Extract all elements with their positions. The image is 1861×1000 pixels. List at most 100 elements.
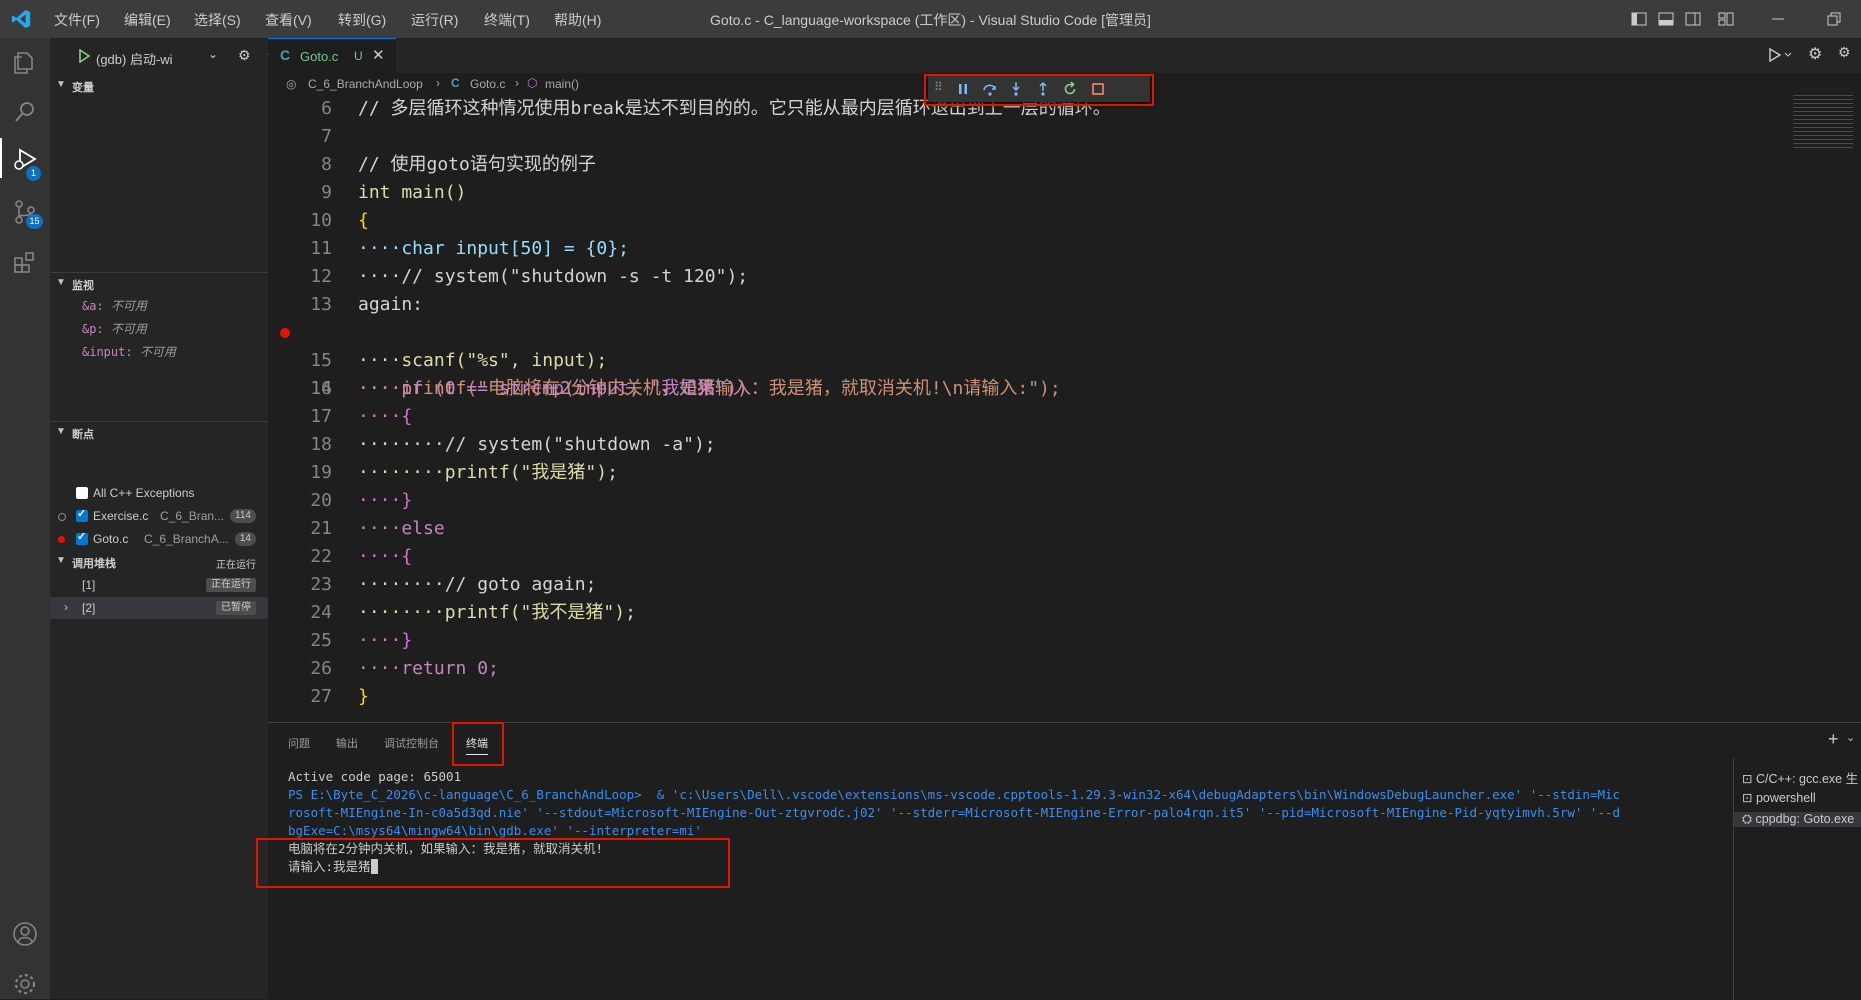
line-text: ····} — [358, 490, 413, 511]
search-icon[interactable] — [11, 98, 39, 126]
line-number: 17 — [310, 406, 332, 427]
extensions-icon[interactable] — [11, 248, 39, 276]
chevron-right-icon[interactable]: › — [64, 600, 68, 614]
chevron-down-icon[interactable]: ⌄ — [208, 47, 218, 61]
tab-output[interactable]: 输出 — [336, 735, 358, 751]
chevron-down-icon: ▼ — [56, 79, 66, 90]
line-number: 12 — [310, 266, 332, 287]
tab-debug-console[interactable]: 调试控制台 — [384, 735, 439, 751]
breakpoint-dot-icon — [58, 536, 65, 543]
terminal-list-item[interactable]: ⊡ powershell — [1742, 790, 1816, 805]
terminal-icon: ⊡ — [1742, 791, 1756, 805]
code-editor[interactable]: 6// 多层循环这种情况使用break是达不到目的的。它只能从最内层循环退出到上… — [268, 95, 1861, 722]
menu-selection[interactable]: 选择(S) — [194, 10, 241, 30]
customize-layout-icon[interactable] — [1718, 11, 1734, 27]
toggle-secondary-sidebar-icon[interactable] — [1685, 11, 1701, 27]
line-text: ····{ — [358, 406, 413, 427]
watch-expr: &input: — [82, 345, 133, 359]
tab-terminal[interactable]: 终端 — [466, 735, 488, 755]
gear-icon[interactable]: ⚙ — [1808, 44, 1822, 64]
breadcrumb-file[interactable]: Goto.c — [470, 77, 505, 91]
run-debug-dropdown-icon[interactable] — [1768, 47, 1794, 63]
line-number: 8 — [321, 154, 332, 175]
accounts-icon[interactable] — [11, 920, 39, 948]
code-line: 24 ········printf("我不是猪"); — [268, 599, 1768, 627]
vscode-logo-icon — [11, 9, 31, 29]
bottom-panel: 问题 输出 调试控制台 终端 + ⌄ Active code page: 650… — [268, 722, 1861, 1000]
variables-section-header[interactable]: ▼ 变量 — [50, 75, 268, 97]
terminal-list-item[interactable]: ⊡ C/C++: gcc.exe 生 — [1742, 768, 1858, 787]
gear-icon[interactable]: ⚙ — [238, 47, 251, 64]
line-number: 21 — [310, 518, 332, 539]
callstack-thread[interactable]: [1] 正在运行 — [50, 574, 268, 596]
code-line: 19 ········printf("我是猪"); — [268, 459, 1768, 487]
tab-problems[interactable]: 问题 — [288, 735, 310, 751]
manage-gear-icon[interactable] — [11, 970, 39, 998]
watch-section-header[interactable]: ▼ 监视 — [50, 272, 268, 295]
menu-terminal[interactable]: 终端(T) — [484, 10, 530, 30]
tab-untracked-status: U — [354, 49, 363, 63]
callstack-section-header[interactable]: ▼ 调用堆栈 正在运行 — [50, 551, 268, 573]
watch-item[interactable]: &p: 不可用 — [82, 320, 147, 337]
menu-view[interactable]: 查看(V) — [265, 10, 312, 30]
thread-status: 已暂停 — [216, 601, 256, 615]
breakpoint-row[interactable]: All C++ Exceptions — [50, 482, 268, 504]
toggle-panel-icon[interactable] — [1658, 11, 1674, 27]
debug-icon: ⛭ — [1742, 812, 1756, 826]
launch-config-select[interactable]: (gdb) 启动-wi ⌄ ⚙ ··· — [70, 45, 280, 67]
step-into-icon[interactable] — [1008, 81, 1024, 97]
code-line: 21 ····else — [268, 515, 1768, 543]
toggle-sidebar-icon[interactable] — [1631, 11, 1647, 27]
terminal-list-item-active[interactable]: ⛭ cppdbg: Goto.exe — [1734, 812, 1861, 827]
line-number: 15 — [310, 350, 332, 371]
step-out-icon[interactable] — [1035, 81, 1051, 97]
add-terminal-icon[interactable]: + — [1828, 729, 1839, 750]
menu-run[interactable]: 运行(R) — [411, 10, 458, 30]
menu-file[interactable]: 文件(F) — [54, 10, 100, 30]
terminal-line: Active code page: 65001 — [288, 769, 462, 784]
breadcrumb-symbol[interactable]: main() — [545, 77, 579, 91]
debug-sidebar: (gdb) 启动-wi ⌄ ⚙ ··· ▼ 变量 ▼ 监视 &a: 不可用 &p… — [50, 38, 280, 999]
restore-icon[interactable] — [1826, 11, 1842, 27]
breakpoint-checkbox[interactable] — [76, 487, 88, 499]
minimize-icon[interactable] — [1770, 11, 1786, 27]
minimap[interactable] — [1793, 95, 1853, 150]
pause-icon[interactable] — [955, 81, 971, 97]
line-number: 9 — [321, 182, 332, 203]
menu-go[interactable]: 转到(G) — [338, 10, 386, 30]
breadcrumb-folder[interactable]: C_6_BranchAndLoop — [308, 77, 423, 91]
step-over-icon[interactable] — [982, 81, 998, 97]
breakpoint-gutter-icon[interactable] — [280, 328, 290, 338]
breakpoint-checkbox[interactable] — [76, 530, 88, 545]
breakpoints-section-header[interactable]: ▼ 断点 — [50, 421, 268, 444]
close-icon[interactable]: ✕ — [372, 46, 385, 64]
variables-title: 变量 — [72, 82, 94, 94]
tab-goto-c[interactable]: C Goto.c U ✕ — [268, 38, 396, 73]
breakpoint-row[interactable]: Goto.c C_6_BranchA... 14 — [50, 528, 268, 550]
watch-item[interactable]: &a: 不可用 — [82, 297, 147, 314]
c-file-icon: C — [451, 76, 460, 90]
tab-label: Goto.c — [300, 49, 339, 64]
breakpoint-checkbox[interactable] — [76, 507, 88, 522]
terminal-name: cppdbg: Goto.exe — [1755, 812, 1855, 826]
breakpoint-path: C_6_Bran... — [160, 509, 225, 523]
drag-handle-icon[interactable]: ⠿ — [934, 80, 943, 94]
thread-name: [2] — [82, 601, 96, 615]
watch-item[interactable]: &input: 不可用 — [82, 343, 176, 360]
explorer-icon[interactable] — [11, 48, 39, 76]
chevron-right-icon: › — [515, 76, 519, 90]
breakpoint-row[interactable]: Exercise.c C_6_Bran... 114 — [50, 505, 268, 527]
menu-help[interactable]: 帮助(H) — [554, 10, 601, 30]
restart-icon[interactable] — [1062, 81, 1078, 97]
start-debugging-icon[interactable] — [78, 49, 90, 63]
debug-settings-icon[interactable]: ⚙ — [1838, 44, 1851, 61]
line-text: again: — [358, 294, 424, 315]
line-text: ········printf("我不是猪"); — [358, 602, 636, 623]
stop-icon[interactable] — [1090, 81, 1106, 97]
watch-value: 不可用 — [110, 322, 147, 336]
menu-edit[interactable]: 编辑(E) — [124, 10, 171, 30]
chevron-down-icon[interactable]: ⌄ — [1846, 731, 1855, 744]
terminal-line: rosoft-MIEngine-In-c0a5d3qd.nie' '--stdo… — [288, 805, 1621, 820]
line-number: 16 — [310, 378, 332, 399]
callstack-thread[interactable]: › [2] 已暂停 — [50, 597, 268, 619]
